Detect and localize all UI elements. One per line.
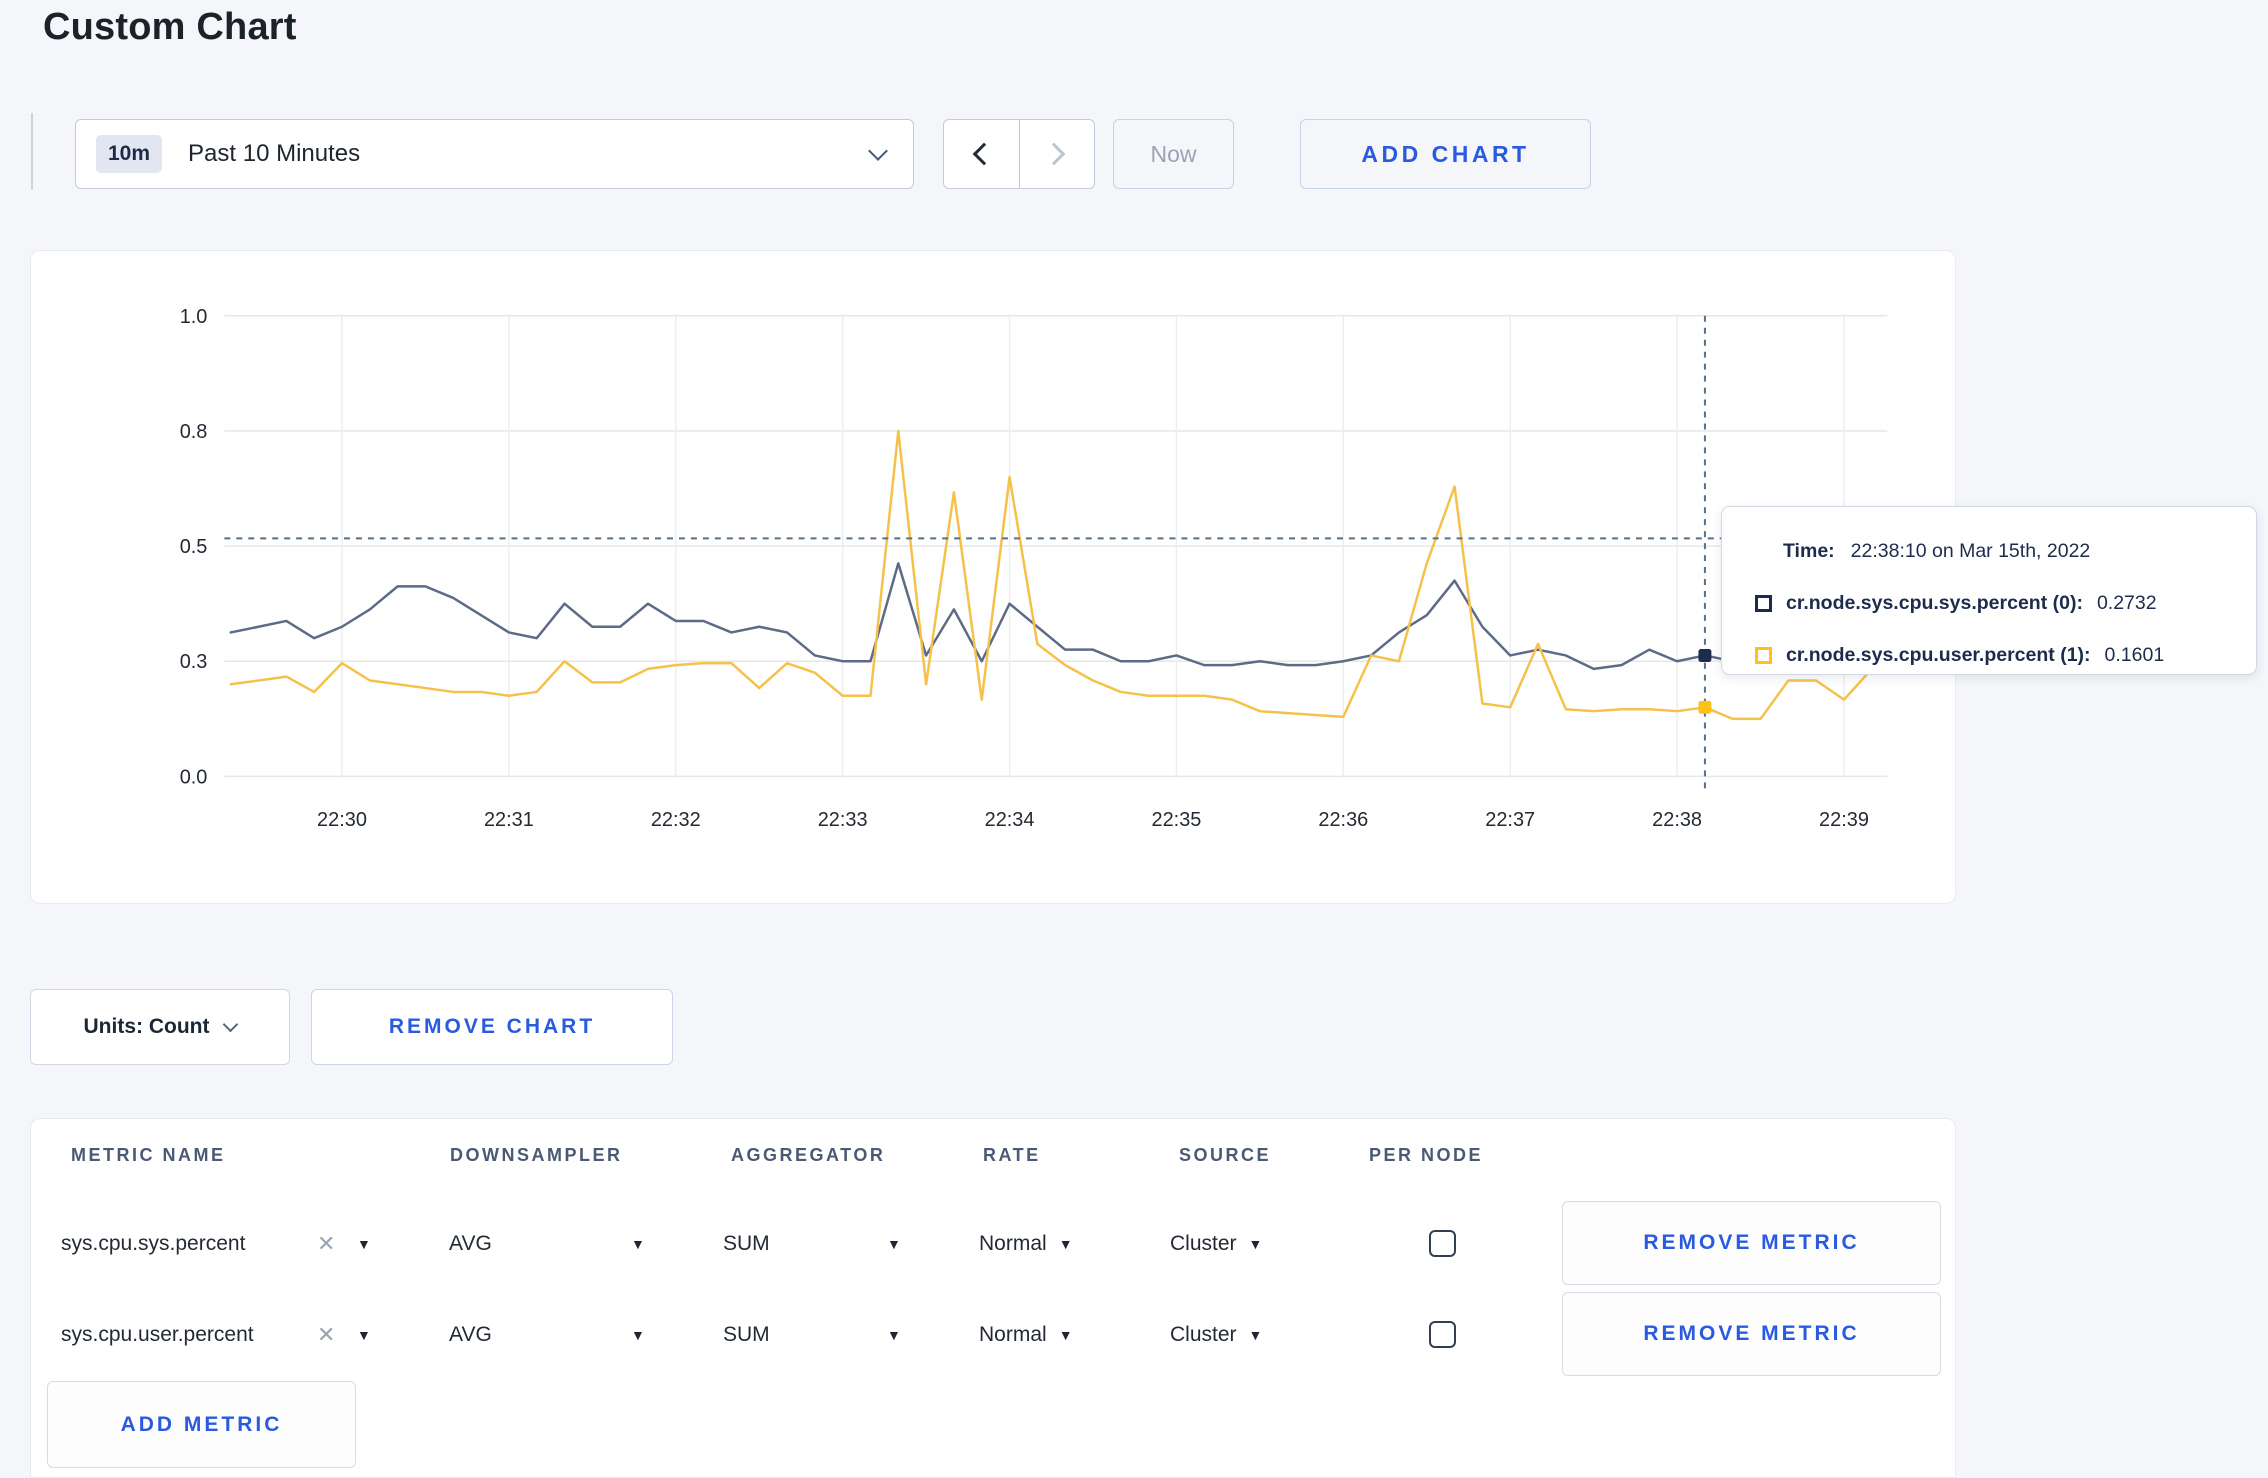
column-header-rate: RATE (983, 1145, 1041, 1165)
chevron-left-icon (972, 142, 996, 166)
remove-chart-button[interactable]: REMOVE CHART (311, 989, 673, 1065)
source-select[interactable]: Cluster ▼ (1170, 1198, 1262, 1289)
rate-select[interactable]: Normal ▼ (979, 1198, 1073, 1289)
column-header-source: SOURCE (1179, 1145, 1272, 1165)
downsampler-select[interactable]: AVG (449, 1198, 492, 1289)
rate-select-value: Normal (979, 1231, 1047, 1255)
svg-text:22:35: 22:35 (1152, 809, 1202, 831)
svg-text:0.0: 0.0 (180, 766, 208, 788)
column-header-aggregator: AGGREGATOR (731, 1145, 886, 1165)
svg-text:0.8: 0.8 (180, 421, 208, 443)
remove-metric-button[interactable]: REMOVE METRIC (1562, 1292, 1941, 1376)
clear-metric-button[interactable]: ✕ (317, 1198, 335, 1289)
clear-metric-button[interactable]: ✕ (317, 1289, 335, 1380)
column-header-downsampler: DOWNSAMPLER (450, 1145, 623, 1165)
svg-text:22:33: 22:33 (818, 809, 868, 831)
svg-text:0.3: 0.3 (180, 651, 208, 673)
time-prev-button[interactable] (944, 120, 1019, 188)
svg-text:22:38: 22:38 (1652, 809, 1702, 831)
now-button[interactable]: Now (1113, 119, 1234, 189)
dropdown-caret-icon[interactable]: ▼ (887, 1289, 901, 1380)
add-metric-button[interactable]: ADD METRIC (47, 1381, 356, 1468)
time-range-select[interactable]: 10m Past 10 Minutes (75, 119, 914, 189)
tooltip-time-label: Time: (1783, 539, 1835, 562)
svg-text:22:36: 22:36 (1318, 809, 1368, 831)
metric-name-select[interactable]: sys.cpu.user.percent (61, 1289, 254, 1380)
chevron-right-icon (1042, 142, 1066, 166)
tooltip-time-row: Time: 22:38:10 on Mar 15th, 2022 (1755, 533, 2256, 569)
custom-chart-page: Custom Chart 10m Past 10 Minutes Now ADD… (0, 0, 2268, 1478)
dropdown-caret-icon[interactable]: ▼ (357, 1198, 371, 1289)
dropdown-caret-icon: ▼ (1248, 1326, 1263, 1343)
dropdown-caret-icon[interactable]: ▼ (887, 1198, 901, 1289)
chart-card: 0.0 0.3 0.5 0.8 1.0 22:30 22:31 22:32 22:33 22:34… (30, 250, 1956, 904)
user-series-swatch-icon (1755, 646, 1772, 664)
svg-text:22:31: 22:31 (484, 809, 534, 831)
downsampler-select[interactable]: AVG (449, 1289, 492, 1380)
svg-text:22:37: 22:37 (1485, 809, 1535, 831)
dropdown-caret-icon: ▼ (1248, 1235, 1263, 1252)
source-select-value: Cluster (1170, 1322, 1237, 1346)
rate-select[interactable]: Normal ▼ (979, 1289, 1073, 1380)
source-select-value: Cluster (1170, 1231, 1237, 1255)
tooltip-metric-label: cr.node.sys.cpu.user.percent (1): (1786, 643, 2091, 666)
rate-select-value: Normal (979, 1322, 1047, 1346)
per-node-cell (1429, 1289, 1456, 1380)
units-select-label: Units: Count (83, 1015, 210, 1038)
tooltip-series-row: cr.node.sys.cpu.sys.percent (0): 0.2732 (1755, 585, 2256, 621)
svg-text:0.5: 0.5 (180, 536, 208, 558)
column-header-metric-name: METRIC NAME (71, 1145, 226, 1165)
chevron-down-icon (223, 1016, 239, 1033)
metric-name-select[interactable]: sys.cpu.sys.percent (61, 1198, 245, 1289)
units-select[interactable]: Units: Count (30, 989, 290, 1065)
time-range-badge: 10m (96, 135, 163, 173)
aggregator-select[interactable]: SUM (723, 1289, 770, 1380)
chart-tooltip: Time: 22:38:10 on Mar 15th, 2022 cr.node… (1721, 506, 2257, 675)
toolbar-divider (31, 113, 33, 190)
add-chart-button[interactable]: ADD CHART (1300, 119, 1591, 189)
time-pager (943, 119, 1095, 189)
per-node-checkbox[interactable] (1429, 1321, 1456, 1348)
chevron-down-icon (868, 141, 888, 161)
svg-text:22:39: 22:39 (1819, 809, 1869, 831)
column-header-per-node: PER NODE (1369, 1145, 1484, 1165)
metrics-table: METRIC NAME DOWNSAMPLER AGGREGATOR RATE … (30, 1118, 1956, 1478)
sys-series-swatch-icon (1755, 594, 1772, 612)
tooltip-metric-value: 0.2732 (2096, 591, 2157, 614)
tooltip-series-row: cr.node.sys.cpu.user.percent (1): 0.1601 (1755, 637, 2256, 673)
tooltip-metric-value: 0.1601 (2104, 643, 2165, 666)
dropdown-caret-icon[interactable]: ▼ (631, 1198, 645, 1289)
table-row: sys.cpu.sys.percent ✕ ▼ AVG ▼ SUM ▼ Norm… (31, 1198, 1955, 1289)
svg-text:1.0: 1.0 (180, 306, 208, 328)
svg-text:22:32: 22:32 (651, 809, 701, 831)
per-node-checkbox[interactable] (1429, 1230, 1456, 1257)
aggregator-select[interactable]: SUM (723, 1198, 770, 1289)
svg-text:22:30: 22:30 (317, 809, 367, 831)
dropdown-caret-icon[interactable]: ▼ (631, 1289, 645, 1380)
time-range-label: Past 10 Minutes (188, 140, 361, 167)
dropdown-caret-icon[interactable]: ▼ (357, 1289, 371, 1380)
source-select[interactable]: Cluster ▼ (1170, 1289, 1262, 1380)
dropdown-caret-icon: ▼ (1058, 1235, 1073, 1252)
tooltip-metric-label: cr.node.sys.cpu.sys.percent (0): (1786, 591, 2083, 614)
cpu-percent-line-chart[interactable]: 0.0 0.3 0.5 0.8 1.0 22:30 22:31 22:32 22:33 22:34… (31, 251, 1955, 903)
table-row: sys.cpu.user.percent ✕ ▼ AVG ▼ SUM ▼ Nor… (31, 1289, 1955, 1380)
remove-metric-button[interactable]: REMOVE METRIC (1562, 1201, 1941, 1285)
svg-text:22:34: 22:34 (985, 809, 1035, 831)
per-node-cell (1429, 1198, 1456, 1289)
tooltip-time-value: 22:38:10 on Mar 15th, 2022 (1850, 539, 2091, 562)
dropdown-caret-icon: ▼ (1058, 1326, 1073, 1343)
page-title: Custom Chart (43, 6, 297, 48)
time-next-button[interactable] (1018, 120, 1095, 188)
